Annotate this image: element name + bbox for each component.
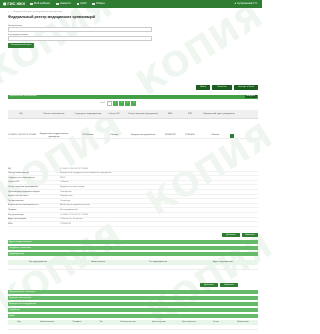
breadcrumb-item[interactable]: Федеральный реестр медицинских организац…	[13, 11, 62, 14]
detail-row: ИНН 7705035732	[8, 222, 258, 227]
export-button[interactable]: Экспорт в Excel	[234, 85, 258, 90]
col-header-id[interactable]: ИД	[8, 113, 34, 115]
user-menu[interactable]: ● Куприянова Г.С.	[234, 1, 258, 6]
cell-license: Федеральное управление	[130, 134, 156, 137]
name-filter-input[interactable]	[8, 27, 152, 32]
section-staff[interactable]: Кадровое обеспечение	[8, 296, 258, 300]
section-equipment[interactable]: Медицинское оборудование	[8, 302, 258, 306]
cell-division: ГБУ Москва	[82, 134, 94, 137]
edit-section-button[interactable]: Изменить	[220, 283, 238, 287]
section-beds[interactable]: Койки	[8, 314, 258, 318]
next-page-button[interactable]: »	[131, 101, 137, 106]
page-button[interactable]: 2	[118, 101, 124, 106]
book-icon	[76, 2, 80, 6]
add-button[interactable]: Добавить	[222, 233, 240, 237]
cell-id: 1.2.643.5.1.13.13.12.2.77.8108	[8, 134, 36, 137]
pagination: 1 из 1 ‹ 1 2 3 »	[100, 101, 137, 106]
beds-table-row[interactable]	[8, 326, 258, 330]
results-count[interactable]: Найдено	[244, 95, 257, 98]
cell-kpp: 770501001	[184, 134, 195, 137]
logo-icon: ◼	[3, 0, 7, 6]
clear-button[interactable]: Очистить	[212, 85, 232, 90]
exchange-icon	[92, 2, 96, 6]
breadcrumb: ⌂ › Федеральный реестр медицинских орган…	[8, 10, 62, 14]
col-header-inn[interactable]: ИНН	[160, 113, 180, 115]
beds-table-header: Код Наименование Профиль Тип Количество …	[8, 320, 258, 325]
section-divisions[interactable]: Подразделения	[8, 252, 258, 256]
edit-button[interactable]: Изменить	[242, 233, 258, 237]
nav-nsi[interactable]: НСИ	[76, 1, 86, 6]
nav-exchange[interactable]: Обмен	[92, 1, 105, 6]
detail-panel: ИД 1.2.643.5.1.13.13.12.2.77.8108 Полное …	[8, 167, 258, 227]
page-button[interactable]: 1	[112, 101, 118, 106]
home-icon	[30, 2, 33, 6]
col-header-address[interactable]: Юридический адрес предприятия	[200, 113, 238, 115]
section-departments[interactable]: Отделения	[8, 308, 258, 312]
col-header-kpp[interactable]: КПП	[180, 113, 200, 115]
row-open-button[interactable]	[230, 133, 234, 138]
results-header: Медицинские организации Найдено	[8, 94, 258, 99]
code-filter-input[interactable]	[8, 36, 152, 41]
home-icon[interactable]: ⌂	[8, 11, 9, 14]
logo[interactable]: ◼ ГИС ЖКХ	[3, 0, 25, 7]
top-navbar: ◼ ГИС ЖКХ Мой кабинет Новости НСИ Обмен ●…	[0, 0, 262, 8]
sub-table-header: Код подразделения Наименование Тип подра…	[8, 260, 258, 265]
table-row[interactable]: 1.2.643.5.1.13.13.12.2.77.8108 Федеральн…	[8, 133, 258, 139]
cell-fullname: Федеральное государственное учреждение	[39, 133, 69, 138]
section-licenses[interactable]: Сведения о лицензиях	[8, 246, 258, 250]
section-population[interactable]: Прикрепленное население	[8, 290, 258, 294]
nav-news[interactable]: Новости	[56, 1, 71, 6]
cell-region: г. Москва	[109, 134, 119, 137]
extended-search-button[interactable]: Расширенный поиск	[8, 43, 34, 48]
news-icon	[56, 2, 59, 6]
nav-cabinet[interactable]: Мой кабинет	[30, 1, 50, 6]
page-button[interactable]: 3	[125, 101, 131, 106]
find-button[interactable]: Найти	[196, 85, 210, 90]
user-icon: ●	[234, 1, 237, 6]
section-address[interactable]: Адрес медорганизации	[8, 240, 258, 244]
page-title: Федеральный реестр медицинских организац…	[8, 15, 95, 19]
col-header-fullname[interactable]: Полное наименование	[34, 113, 74, 115]
pager-info: 1 из 1	[100, 102, 106, 105]
add-section-button[interactable]: Добавить	[200, 283, 218, 287]
col-header-license[interactable]: Объект лицензии (предприятие)	[126, 113, 160, 115]
prev-page-button[interactable]: ‹	[106, 101, 112, 106]
sub-table-row[interactable]	[8, 266, 258, 270]
cell-address: г. Москва	[210, 134, 220, 137]
col-header-division[interactable]: Структурное подразделение	[74, 113, 102, 115]
cell-inn: 7705035732	[164, 134, 176, 137]
col-header-region[interactable]: Субъект РФ	[102, 113, 126, 115]
table-header: ИД Полное наименование Структурное подра…	[8, 110, 258, 119]
